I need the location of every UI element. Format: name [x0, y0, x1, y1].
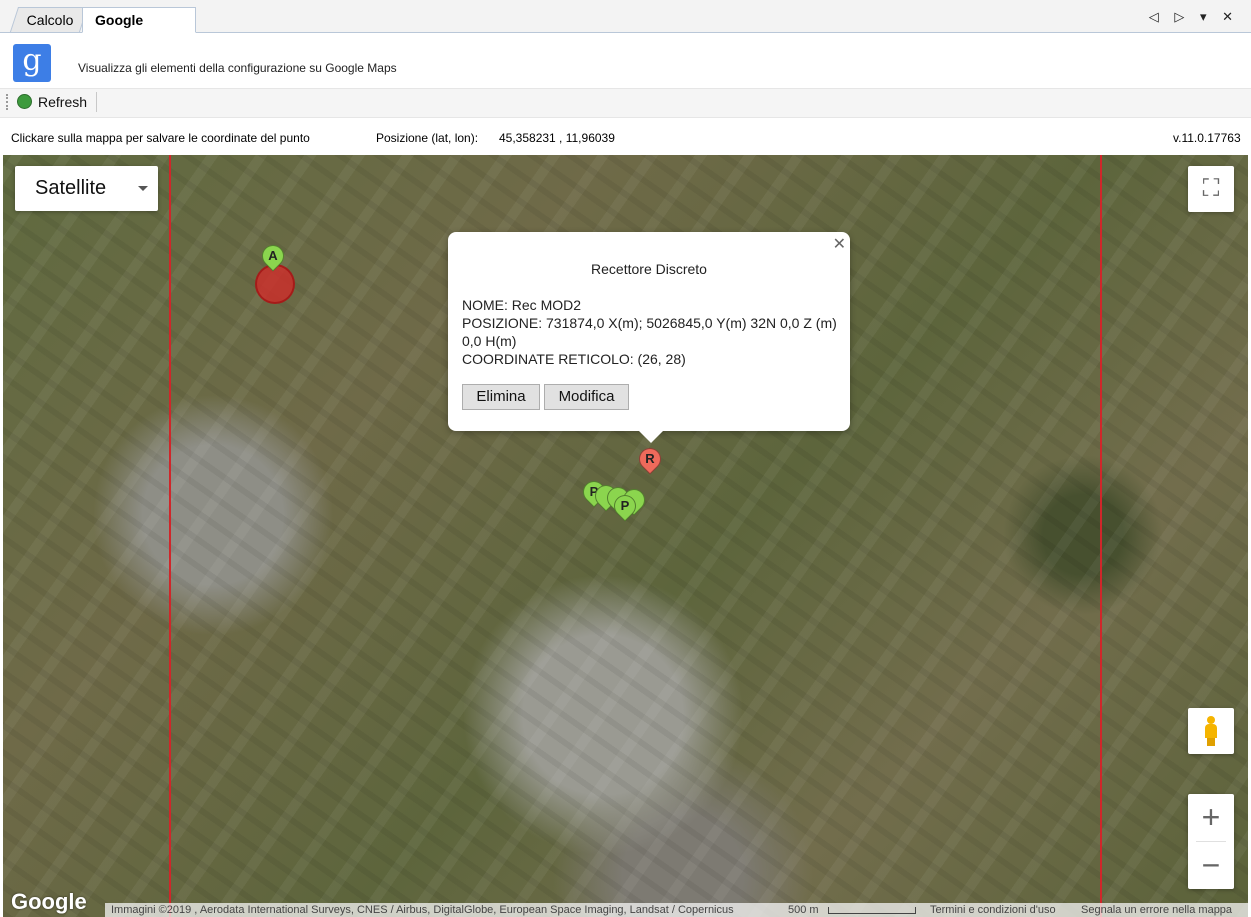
map-scale-bar — [828, 907, 916, 914]
google-logo[interactable]: Google — [11, 889, 87, 915]
version-label: v.11.0.17763 — [1173, 131, 1241, 145]
position-value: 45,358231 , 11,96039 — [499, 131, 615, 145]
map-type-select[interactable]: Satellite — [15, 166, 158, 211]
position-label: Posizione (lat, lon): — [376, 131, 479, 145]
zoom-out-button[interactable]: − — [1188, 842, 1234, 889]
close-icon[interactable]: ✕ — [833, 234, 846, 254]
grid-boundary-line-right — [1100, 155, 1102, 917]
map-marker-r[interactable]: R — [634, 443, 666, 480]
map-marker-p[interactable]: P — [609, 490, 641, 527]
fullscreen-button[interactable]: ⛶ — [1188, 166, 1234, 212]
toolbar-grip-icon[interactable] — [6, 94, 11, 110]
map-attribution: Immagini ©2019 , Aerodata International … — [111, 904, 734, 916]
toolbar-separator — [96, 92, 97, 112]
receptor-position: POSIZIONE: 731874,0 X(m); 5026845,0 Y(m)… — [462, 315, 837, 349]
zoom-control: + − — [1188, 794, 1234, 889]
chevron-down-icon — [138, 186, 148, 191]
receptor-name: NOME: Rec MOD2 — [462, 297, 582, 313]
terms-link[interactable]: Termini e condizioni d'uso — [930, 903, 1056, 917]
zoom-in-button[interactable]: + — [1188, 794, 1234, 841]
window-controls[interactable]: ◁ ▷ ▾ ✕ — [1149, 9, 1239, 25]
info-hint: Clickare sulla mappa per salvare le coor… — [11, 131, 310, 145]
info-window-title: Recettore Discreto — [591, 261, 707, 277]
grid-boundary-line-left — [169, 155, 171, 917]
info-window: ✕ Recettore Discreto NOME: Rec MOD2 POSI… — [448, 232, 850, 431]
delete-button[interactable]: Elimina — [462, 384, 540, 410]
map-canvas[interactable]: A R P P Satellite ⛶ + − ✕ Recettore Disc… — [3, 155, 1248, 917]
info-window-tail — [639, 431, 663, 443]
street-view-button[interactable] — [1188, 708, 1234, 754]
header-description: Visualizza gli elementi della configuraz… — [78, 61, 397, 75]
report-error-link[interactable]: Segnala un errore nella mappa — [1081, 903, 1232, 917]
map-scale-label[interactable]: 500 m — [788, 903, 819, 917]
tab-google-viewer[interactable]: Google Viewer — [82, 7, 196, 53]
info-window-body: NOME: Rec MOD2 POSIZIONE: 731874,0 X(m);… — [462, 296, 842, 368]
pegman-icon — [1205, 716, 1217, 746]
fullscreen-icon: ⛶ — [1202, 175, 1220, 202]
receptor-grid-coordinates: COORDINATE RETICOLO: (26, 28) — [462, 351, 686, 367]
refresh-icon — [17, 94, 32, 109]
tab-calcolo[interactable]: Calcolo — [9, 7, 89, 32]
map-attribution-bar: Immagini ©2019 , Aerodata International … — [105, 903, 1248, 917]
map-marker-a[interactable]: A — [257, 240, 289, 277]
google-icon: g — [13, 44, 51, 82]
toolbar — [0, 88, 1251, 118]
refresh-button[interactable]: Refresh — [17, 92, 87, 112]
tab-bar: Calcolo Google Viewer ◁ ▷ ▾ ✕ — [0, 0, 1251, 53]
edit-button[interactable]: Modifica — [544, 384, 629, 410]
